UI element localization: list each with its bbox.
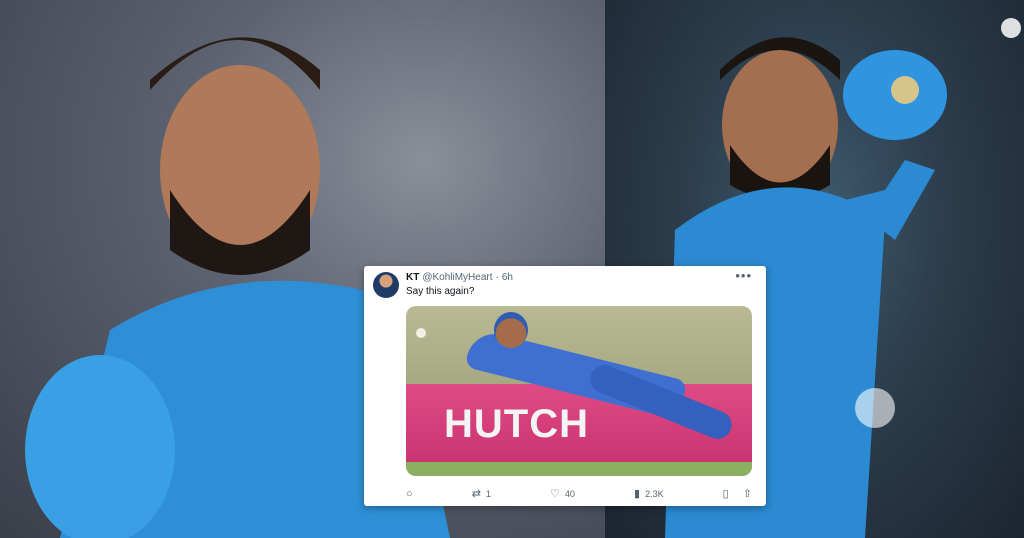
user-handle[interactable]: @KohliMyHeart bbox=[422, 272, 492, 283]
bokeh-light bbox=[1001, 18, 1021, 38]
views-button[interactable]: ▮ 2.3K bbox=[634, 487, 664, 500]
like-icon: ♡ bbox=[550, 487, 560, 500]
display-name[interactable]: KT bbox=[406, 272, 419, 283]
reply-icon: ○ bbox=[406, 487, 413, 500]
tweet-media-image[interactable]: HUTCH bbox=[406, 306, 752, 476]
bookmark-icon[interactable]: ▯ bbox=[723, 488, 729, 500]
timestamp[interactable]: 6h bbox=[502, 272, 513, 283]
grass bbox=[406, 462, 752, 476]
reply-button[interactable]: ○ bbox=[406, 487, 413, 500]
tweet-header: KT @KohliMyHeart · 6h bbox=[406, 272, 513, 283]
tweet-extra-actions: ▯ ⇧ bbox=[723, 488, 752, 500]
more-icon[interactable]: ••• bbox=[735, 268, 752, 283]
like-button[interactable]: ♡ 40 bbox=[550, 487, 575, 500]
views-icon: ▮ bbox=[634, 487, 641, 500]
fielder-head bbox=[494, 312, 528, 348]
tweet-card[interactable]: KT @KohliMyHeart · 6h ••• Say this again… bbox=[364, 266, 766, 506]
like-count: 40 bbox=[564, 489, 575, 499]
share-icon[interactable]: ⇧ bbox=[743, 488, 752, 500]
retweet-count: 1 bbox=[485, 489, 491, 499]
tweet-text: Say this again? bbox=[406, 286, 475, 297]
hoarding-text: HUTCH bbox=[444, 402, 589, 446]
cricket-ball bbox=[416, 328, 426, 338]
retweet-icon: ⇄ bbox=[471, 487, 481, 500]
tweet-actions: ○ ⇄ 1 ♡ 40 ▮ 2.3K ▯ ⇧ bbox=[406, 486, 752, 502]
retweet-button[interactable]: ⇄ 1 bbox=[471, 487, 491, 500]
views-count: 2.3K bbox=[645, 489, 664, 499]
separator: · bbox=[495, 272, 499, 283]
bokeh-light bbox=[855, 388, 895, 428]
avatar[interactable] bbox=[373, 272, 399, 298]
